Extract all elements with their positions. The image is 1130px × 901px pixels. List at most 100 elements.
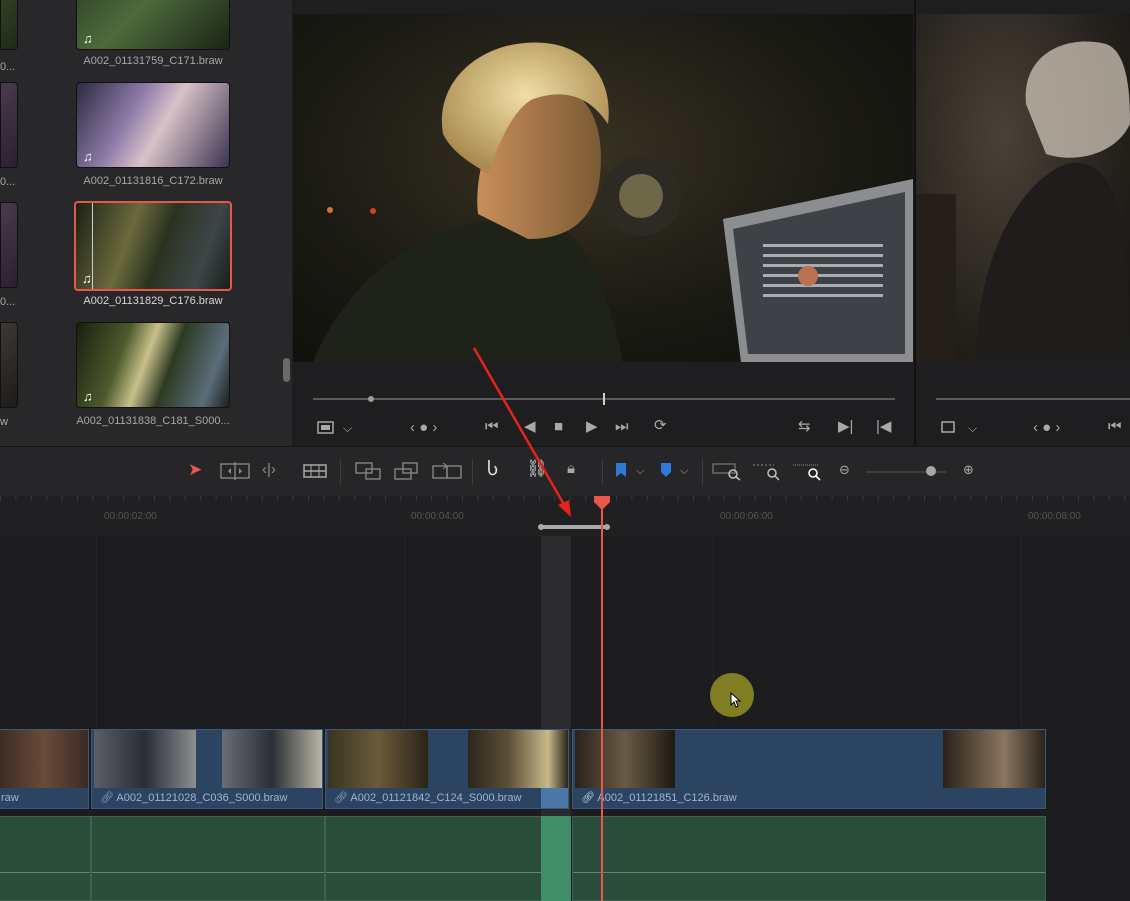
clip-thumbnail[interactable] [0,202,18,288]
audio-clip[interactable] [0,816,91,901]
zoom-full-icon[interactable] [712,461,742,481]
replace-icon[interactable] [431,461,463,481]
blade-icon[interactable] [303,462,327,480]
audio-selected-segment [541,816,571,901]
source-video-frame[interactable] [293,14,913,362]
play-icon[interactable]: ▶ [586,419,598,435]
audio-clip[interactable] [91,816,325,901]
zoom-out-icon[interactable]: ⊖ [839,462,850,478]
select-arrow-icon[interactable]: ➤ [188,461,202,478]
dynamic-trim-icon[interactable]: ‹|› [262,462,276,478]
clip-name: 🔗︎ A002_01121842_C124_S000.braw [334,792,522,804]
zoom-custom-icon[interactable] [792,461,822,481]
music-note-icon: ♫ [82,271,92,286]
media-pool-scrollbar[interactable] [283,358,290,382]
playhead-line[interactable] [601,503,603,901]
stop-icon[interactable]: ■ [554,419,563,435]
timeline-ruler[interactable]: 00:00:02:00 00:00:04:00 00:00:06:00 00:0… [0,496,1130,536]
clip-thumbnail[interactable] [0,322,18,408]
video-clip[interactable]: raw [0,729,89,809]
clip-name: 0... [0,61,16,73]
mark-out-icon[interactable]: |◀ [876,419,891,435]
play-reverse-icon[interactable]: ◀ [524,419,536,435]
clip-thumbnail[interactable] [0,82,18,168]
source-playhead[interactable] [603,393,605,405]
timecode-label: 00:00:08:00 [1028,511,1081,522]
clip-thumbnail[interactable] [0,0,18,50]
timeline-scrubber-track[interactable] [936,398,1130,400]
clip-thumbnail[interactable]: ♫ [76,82,230,168]
audio-clip[interactable] [572,816,1046,901]
snapping-icon[interactable]: Ⴑ [487,460,498,478]
timecode-label: 00:00:06:00 [720,511,773,522]
clip-thumbnail[interactable]: ♫ [76,0,230,50]
clip-name: raw [1,792,19,804]
source-in-point[interactable] [368,396,374,402]
flag-icon[interactable] [615,463,627,477]
zoom-slider-handle[interactable] [926,466,936,476]
in-point-handle[interactable] [538,524,544,530]
link-icon: 🔗︎ [100,792,117,804]
chevron-down-icon[interactable]: ⌵ [968,420,977,436]
clip-thumbnail[interactable]: ♫ [76,322,230,408]
media-pool: 0... 0... 0... w ♫ A002_01131759_C171.br… [0,0,292,446]
timeline-viewer: ⌵ ‹ ● › ⏮ [916,0,1130,446]
video-clip[interactable]: 🔗︎ A002_01121028_C036_S000.braw [91,729,323,809]
overwrite-icon[interactable] [393,461,419,481]
timecode-label: 00:00:04:00 [411,511,464,522]
loop-icon[interactable]: ⟳ [654,418,667,434]
clip-thumbnail-selected[interactable]: ♫ [74,201,232,291]
clip-view-icon[interactable] [317,421,337,435]
go-to-start-icon[interactable]: ⏮ [1108,419,1122,435]
clip-name: 0... [0,296,16,308]
linked-selection-icon[interactable]: ⛓ [526,460,548,477]
transform-icon[interactable] [940,420,956,434]
jog-control-icon[interactable]: ‹ ● › [410,420,437,436]
match-frame-icon[interactable]: ⇆ [798,419,811,435]
timecode-label: 00:00:02:00 [104,511,157,522]
lock-icon[interactable]: 🔒︎ [567,461,575,477]
go-to-start-icon[interactable]: ⏮ [485,419,499,435]
out-point-handle[interactable] [604,524,610,530]
mark-in-icon[interactable]: ▶| [838,419,853,435]
clip-name: w [0,416,8,428]
trim-icon[interactable] [220,462,250,480]
toolbar-separator [472,459,473,485]
audio-clip[interactable] [325,816,571,901]
music-note-icon: ♫ [83,389,93,404]
chevron-down-icon[interactable]: ⌵ [680,463,688,479]
zoom-detail-icon[interactable] [752,461,782,481]
music-note-icon: ♫ [83,149,93,164]
grid-line [404,536,405,726]
in-out-range-bar[interactable] [541,525,607,529]
mouse-cursor-icon [730,691,742,713]
grid-line [1021,536,1022,726]
link-icon: 🔗︎ [334,792,351,804]
edit-toolbar: ➤ ‹|› Ⴑ ⛓ 🔒︎ ⌵ ⌵ ⊖ ⊕ [0,446,1130,497]
clip-name: A002_01131759_C171.braw [83,55,223,67]
clip-name: 0... [0,176,16,188]
source-viewer: ⌵ ‹ ● › ⏮ ◀ ■ ▶ ⏭ ⟳ ⇆ ▶| |◀ [293,0,914,446]
zoom-in-icon[interactable]: ⊕ [963,462,974,478]
playhead-handle[interactable] [594,496,610,515]
go-to-end-icon[interactable]: ⏭ [615,419,629,435]
timeline-video-frame[interactable] [916,14,1130,362]
skim-line [92,203,93,289]
chevron-down-icon[interactable]: ⌵ [636,463,644,479]
clip-name: 🔗︎ A002_01121851_C126.braw [581,792,737,804]
clip-name: 🔗︎ A002_01121028_C036_S000.braw [100,792,288,804]
toolbar-separator [702,459,703,485]
toolbar-separator [340,459,341,485]
video-clip[interactable]: 🔗︎ A002_01121851_C126.braw [572,729,1046,809]
insert-icon[interactable] [352,461,382,481]
clip-name: A002_01131816_C172.braw [83,175,223,187]
jog-control-icon[interactable]: ‹ ● › [1033,420,1060,436]
toolbar-separator [602,459,603,485]
music-note-icon: ♫ [83,31,93,46]
clip-name: A002_01131838_C181_S000... [76,415,230,427]
chevron-down-icon[interactable]: ⌵ [343,420,352,436]
marker-icon[interactable] [660,463,672,477]
grid-line [96,536,97,726]
video-clip[interactable]: 🔗︎ A002_01121842_C124_S000.braw [325,729,569,809]
link-icon: 🔗︎ [581,792,598,804]
